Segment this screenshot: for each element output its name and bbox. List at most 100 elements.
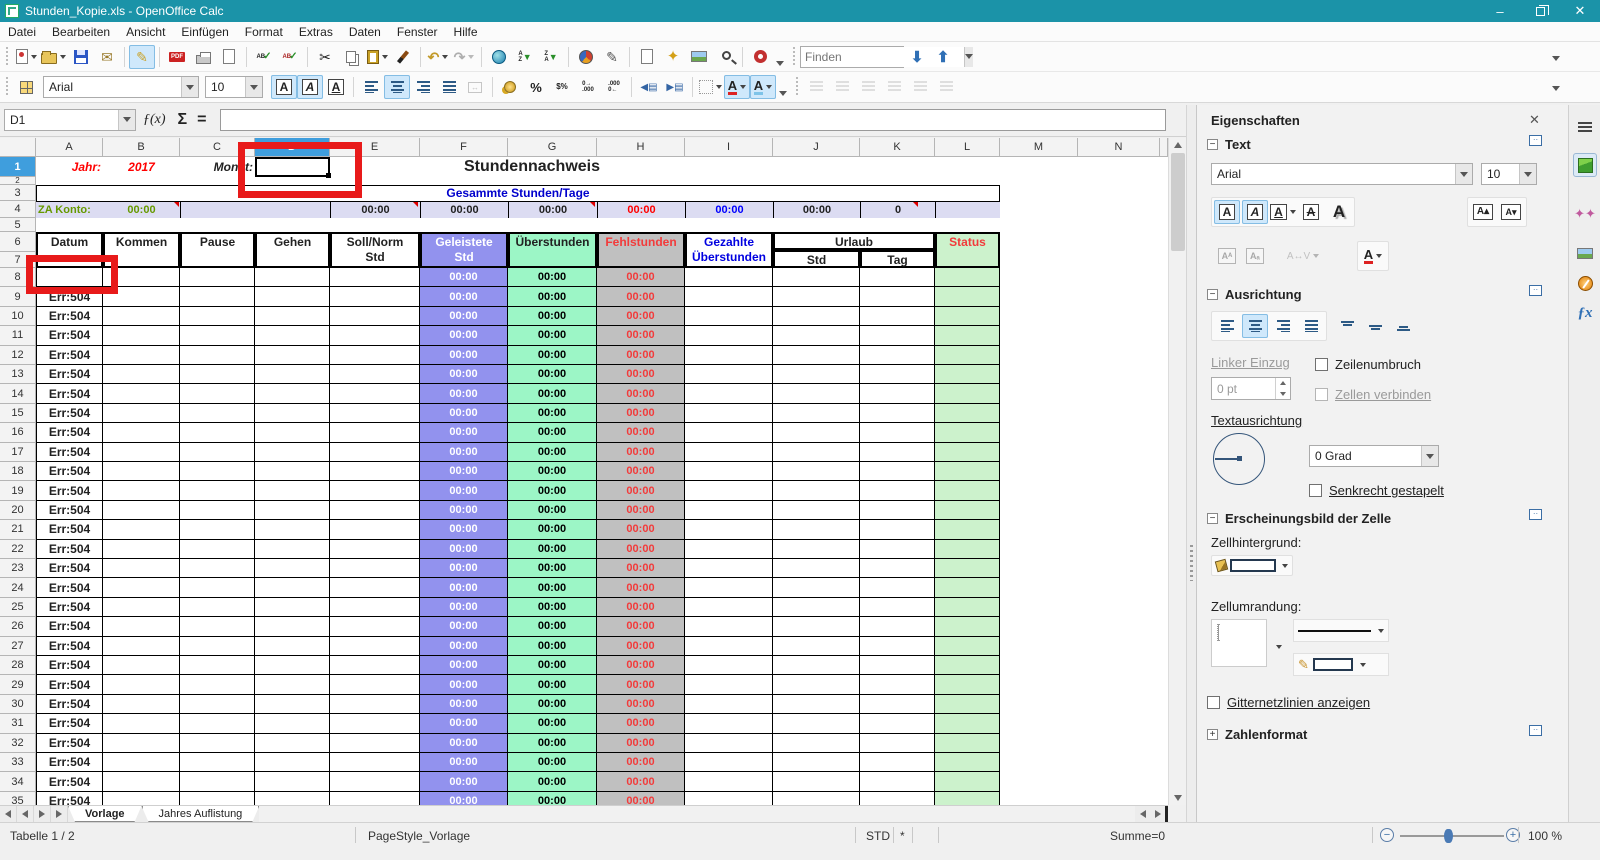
- cell-i22[interactable]: [685, 540, 773, 559]
- cell-a31[interactable]: Err:504: [36, 714, 103, 733]
- cell-f34[interactable]: 00:00: [420, 772, 508, 791]
- cell-k30[interactable]: [860, 695, 935, 714]
- cell-h30[interactable]: 00:00: [597, 695, 685, 714]
- header-ueberstunden[interactable]: Überstunden: [508, 232, 597, 268]
- section-number-format[interactable]: +Zahlenformat: [1207, 727, 1307, 742]
- row-header-30[interactable]: 30: [0, 695, 36, 714]
- line-color-button[interactable]: ✎: [1293, 653, 1389, 676]
- cell-a29[interactable]: Err:504: [36, 675, 103, 694]
- cell-i21[interactable]: [685, 520, 773, 539]
- cell-a32[interactable]: Err:504: [36, 734, 103, 753]
- cell-k23[interactable]: [860, 559, 935, 578]
- cell-j23[interactable]: [773, 559, 860, 578]
- object-align-left-button[interactable]: [803, 75, 829, 99]
- row-header-26[interactable]: 26: [0, 617, 36, 636]
- cell-l8[interactable]: [935, 268, 1000, 287]
- cell-g34[interactable]: 00:00: [508, 772, 597, 791]
- formatting-overflow-button[interactable]: [776, 75, 790, 99]
- sidebar-close-button[interactable]: ✕: [1529, 112, 1540, 128]
- paste-button[interactable]: [364, 45, 390, 69]
- cell-i27[interactable]: [685, 637, 773, 656]
- last-sheet-button[interactable]: [51, 806, 68, 822]
- cell-i17[interactable]: [685, 443, 773, 462]
- next-sheet-button[interactable]: [34, 806, 51, 822]
- cell-j32[interactable]: [773, 734, 860, 753]
- collapse-icon[interactable]: −: [1207, 139, 1218, 150]
- cell-h32[interactable]: 00:00: [597, 734, 685, 753]
- cell-i23[interactable]: [685, 559, 773, 578]
- menu-bearbeiten[interactable]: Bearbeiten: [44, 23, 118, 41]
- cell-e11[interactable]: [330, 326, 420, 345]
- cell-a17[interactable]: Err:504: [36, 443, 103, 462]
- header-urlaub-tag[interactable]: Tag: [860, 250, 935, 268]
- cell-g17[interactable]: 00:00: [508, 443, 597, 462]
- cell-k8[interactable]: [860, 268, 935, 287]
- row-header-23[interactable]: 23: [0, 559, 36, 578]
- new-document-button[interactable]: [13, 45, 39, 69]
- copy-button[interactable]: [338, 45, 364, 69]
- cell-g13[interactable]: 00:00: [508, 365, 597, 384]
- cell-j24[interactable]: [773, 578, 860, 597]
- formatting-toolbar-grip[interactable]: [4, 77, 9, 97]
- cell-b12[interactable]: [103, 346, 180, 365]
- cell-j27[interactable]: [773, 637, 860, 656]
- cell-d10[interactable]: [255, 307, 330, 326]
- cell-i4[interactable]: 00:00: [685, 201, 773, 218]
- cell-e24[interactable]: [330, 578, 420, 597]
- cell-f24[interactable]: 00:00: [420, 578, 508, 597]
- zoom-out-button[interactable]: −: [1380, 828, 1394, 842]
- cell-e17[interactable]: [330, 443, 420, 462]
- merge-checkbox-icon[interactable]: [1315, 388, 1328, 401]
- cell-b35[interactable]: [103, 792, 180, 805]
- cell-j21[interactable]: [773, 520, 860, 539]
- cell-e12[interactable]: [330, 346, 420, 365]
- row-header-28[interactable]: 28: [0, 656, 36, 675]
- cell-c18[interactable]: [180, 462, 255, 481]
- cell-c8[interactable]: [180, 268, 255, 287]
- cell-f15[interactable]: 00:00: [420, 404, 508, 423]
- cell-f4[interactable]: 00:00: [420, 201, 508, 218]
- cell-f27[interactable]: 00:00: [420, 637, 508, 656]
- cell-g16[interactable]: 00:00: [508, 423, 597, 442]
- column-header-a[interactable]: A: [36, 138, 103, 157]
- cell-c30[interactable]: [180, 695, 255, 714]
- cell-g33[interactable]: 00:00: [508, 753, 597, 772]
- cell-d27[interactable]: [255, 637, 330, 656]
- cell-k31[interactable]: [860, 714, 935, 733]
- cell-d12[interactable]: [255, 346, 330, 365]
- row-header-25[interactable]: 25: [0, 598, 36, 617]
- header-status[interactable]: Status: [935, 232, 1000, 268]
- indent-spinner[interactable]: 0 pt: [1211, 377, 1291, 400]
- cell-c21[interactable]: [180, 520, 255, 539]
- cell-e31[interactable]: [330, 714, 420, 733]
- cell-c12[interactable]: [180, 346, 255, 365]
- cell-c24[interactable]: [180, 578, 255, 597]
- cut-button[interactable]: ✂: [312, 45, 338, 69]
- save-button[interactable]: [68, 45, 94, 69]
- cell-k21[interactable]: [860, 520, 935, 539]
- cell-k16[interactable]: [860, 423, 935, 442]
- cell-c20[interactable]: [180, 501, 255, 520]
- cell-j34[interactable]: [773, 772, 860, 791]
- cell-j33[interactable]: [773, 753, 860, 772]
- cell-a22[interactable]: Err:504: [36, 540, 103, 559]
- cell-l18[interactable]: [935, 462, 1000, 481]
- cell-l24[interactable]: [935, 578, 1000, 597]
- sidebar-font-name-dropdown[interactable]: [1455, 164, 1472, 184]
- row-header-29[interactable]: 29: [0, 675, 36, 694]
- cell-k29[interactable]: [860, 675, 935, 694]
- cell-k34[interactable]: [860, 772, 935, 791]
- cell-d16[interactable]: [255, 423, 330, 442]
- cell-d18[interactable]: [255, 462, 330, 481]
- cell-k4[interactable]: 0: [860, 201, 935, 218]
- sort-descending-button[interactable]: ZA▼: [538, 45, 564, 69]
- row-header-33[interactable]: 33: [0, 753, 36, 772]
- sidebar-menu-button[interactable]: [1573, 115, 1597, 139]
- cell-g27[interactable]: 00:00: [508, 637, 597, 656]
- cell-i19[interactable]: [685, 481, 773, 500]
- cell-h22[interactable]: 00:00: [597, 540, 685, 559]
- cell-c34[interactable]: [180, 772, 255, 791]
- auto-spellcheck-button[interactable]: AB✓: [277, 45, 303, 69]
- cell-i10[interactable]: [685, 307, 773, 326]
- row-header-32[interactable]: 32: [0, 734, 36, 753]
